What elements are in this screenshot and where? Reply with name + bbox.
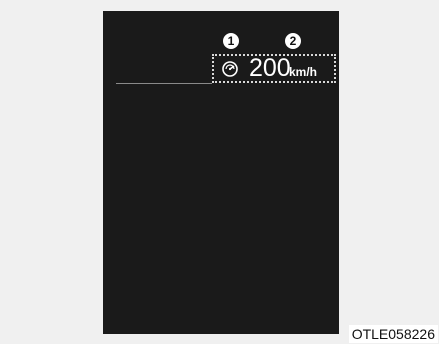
speed-unit: km/h bbox=[289, 65, 318, 79]
cluster-display: 1 2 200 km/h bbox=[103, 11, 339, 334]
callout-marker-2: 2 bbox=[285, 33, 301, 49]
callout-marker-1: 1 bbox=[223, 33, 239, 49]
speedometer-icon bbox=[222, 61, 238, 77]
top-divider-line bbox=[116, 83, 212, 84]
image-code-label: OTLE058226 bbox=[348, 325, 438, 343]
speed-value: 200 bbox=[249, 54, 291, 82]
